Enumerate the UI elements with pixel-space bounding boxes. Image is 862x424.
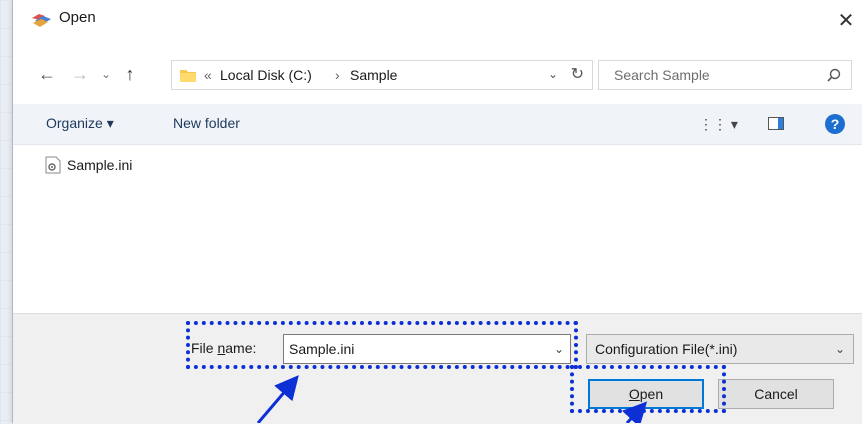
arrow-to-file-name xyxy=(256,375,299,423)
arrow-to-open-button xyxy=(621,401,648,423)
annotation-arrows xyxy=(256,375,648,423)
